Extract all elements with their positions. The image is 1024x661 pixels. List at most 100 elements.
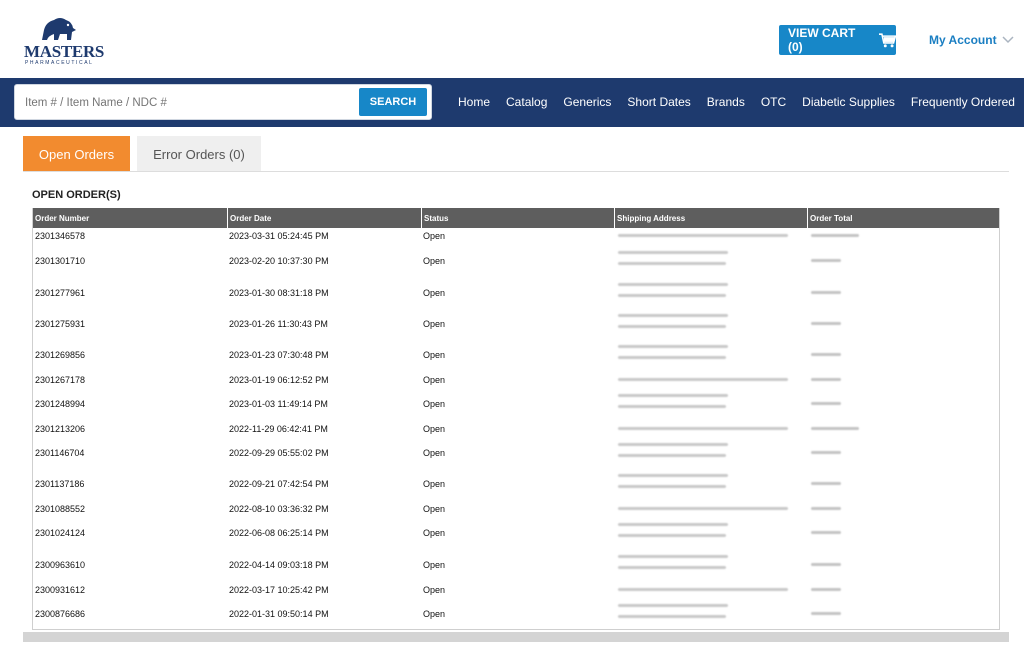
table-row[interactable]: 2301267178 2023-01-19 06:12:52 PM Open	[33, 375, 999, 397]
order-date-cell: 2022-06-08 06:25:14 PM	[229, 528, 329, 538]
shipping-address-redacted	[616, 440, 728, 465]
order-date-cell: 2023-01-03 11:49:14 PM	[229, 399, 328, 409]
table-row[interactable]: 2301024124 2022-06-08 06:25:14 PM Open	[33, 523, 999, 550]
nav-home[interactable]: Home	[458, 95, 490, 109]
nav-diabetic-supplies[interactable]: Diabetic Supplies	[802, 95, 895, 109]
status-cell: Open	[423, 448, 446, 458]
order-total-redacted	[809, 234, 859, 237]
my-account-label: My Account	[929, 33, 997, 47]
order-total-redacted	[809, 353, 841, 356]
shipping-address-redacted	[616, 520, 728, 545]
nav-frequently-ordered[interactable]: Frequently Ordered	[911, 95, 1015, 109]
shipping-address-redacted	[616, 280, 728, 305]
shipping-address-redacted	[616, 504, 788, 518]
shipping-address-redacted	[616, 311, 728, 336]
nav-short-dates[interactable]: Short Dates	[627, 95, 690, 109]
view-cart-button[interactable]: VIEW CART (0)	[779, 25, 896, 55]
order-total-redacted	[809, 378, 841, 381]
column-header-order-total[interactable]: Order Total	[807, 208, 999, 228]
horizontal-scrollbar[interactable]	[23, 632, 1009, 642]
table-row[interactable]: 2300931612 2022-03-17 10:25:42 PM Open	[33, 585, 999, 607]
search-button[interactable]: SEARCH	[359, 88, 427, 116]
status-cell: Open	[423, 288, 446, 298]
order-date-cell: 2022-11-29 06:42:41 PM	[229, 424, 328, 434]
shipping-address-redacted	[616, 391, 728, 416]
shipping-address-redacted	[616, 471, 728, 496]
order-number-cell: 2300963610	[35, 560, 86, 570]
order-date-cell: 2023-02-20 10:37:30 PM	[229, 256, 329, 266]
header: MASTERS PHARMACEUTICAL VIEW CART (0) My …	[0, 0, 1024, 78]
order-total-redacted	[809, 291, 841, 294]
order-date-cell: 2023-01-26 11:30:43 PM	[229, 319, 328, 329]
shipping-address-redacted	[616, 231, 788, 245]
table-header: Order Number Order Date Status Shipping …	[33, 208, 999, 228]
table-row[interactable]: 2301277961 2023-01-30 08:31:18 PM Open	[33, 283, 999, 310]
order-total-redacted	[809, 507, 841, 510]
order-date-cell: 2023-01-30 08:31:18 PM	[229, 288, 329, 298]
order-number-cell: 2300876686	[35, 609, 86, 619]
order-number-cell: 2301275931	[35, 319, 86, 329]
search-input[interactable]	[23, 92, 357, 114]
order-number-cell: 2301267178	[35, 375, 86, 385]
order-total-redacted	[809, 427, 859, 430]
status-cell: Open	[423, 609, 446, 619]
tab-error-orders[interactable]: Error Orders (0)	[137, 136, 261, 172]
status-cell: Open	[423, 479, 446, 489]
order-date-cell: 2023-01-19 06:12:52 PM	[229, 375, 329, 385]
lion-logo-icon	[42, 18, 76, 40]
brand-logo[interactable]: MASTERS PHARMACEUTICAL	[24, 16, 104, 66]
table-row[interactable]: 2301269856 2023-01-23 07:30:48 PM Open	[33, 345, 999, 372]
column-header-order-number[interactable]: Order Number	[33, 208, 227, 228]
shipping-address-redacted	[616, 601, 728, 626]
status-cell: Open	[423, 504, 446, 514]
status-cell: Open	[423, 375, 446, 385]
order-number-cell: 2301024124	[35, 528, 86, 538]
table-row[interactable]: 2301146704 2022-09-29 05:55:02 PM Open	[33, 443, 999, 470]
order-number-cell: 2301248994	[35, 399, 86, 409]
table-row[interactable]: 2301301710 2023-02-20 10:37:30 PM Open	[33, 251, 999, 278]
table-row[interactable]: 2300876686 2022-01-31 09:50:14 PM Open	[33, 604, 999, 629]
order-number-cell: 2301146704	[35, 448, 85, 458]
table-row[interactable]: 2301088552 2022-08-10 03:36:32 PM Open	[33, 504, 999, 526]
tab-open-orders[interactable]: Open Orders	[23, 136, 130, 172]
table-row[interactable]: 2301275931 2023-01-26 11:30:43 PM Open	[33, 314, 999, 341]
order-number-cell: 2301088552	[35, 504, 86, 514]
table-row[interactable]: 2300963610 2022-04-14 09:03:18 PM Open	[33, 555, 999, 582]
order-total-redacted	[809, 482, 841, 485]
order-number-cell: 2301346578	[35, 231, 86, 241]
column-header-status[interactable]: Status	[421, 208, 614, 228]
nav-catalog[interactable]: Catalog	[506, 95, 547, 109]
table-row[interactable]: 2301137186 2022-09-21 07:42:54 PM Open	[33, 474, 999, 501]
shipping-address-redacted	[616, 585, 788, 599]
nav-generics[interactable]: Generics	[563, 95, 611, 109]
order-total-redacted	[809, 563, 841, 566]
order-total-redacted	[809, 451, 841, 454]
order-date-cell: 2022-03-17 10:25:42 PM	[229, 585, 329, 595]
shipping-address-redacted	[616, 375, 788, 389]
order-number-cell: 2300931612	[35, 585, 86, 595]
search-bar: SEARCH	[14, 84, 432, 120]
nav-links: Home Catalog Generics Short Dates Brands…	[458, 95, 1015, 109]
status-cell: Open	[423, 560, 446, 570]
column-header-order-date[interactable]: Order Date	[227, 208, 421, 228]
order-total-redacted	[809, 588, 841, 591]
table-row[interactable]: 2301248994 2023-01-03 11:49:14 PM Open	[33, 394, 999, 421]
nav-brands[interactable]: Brands	[707, 95, 745, 109]
status-cell: Open	[423, 319, 446, 329]
order-tabs: Open Orders Error Orders (0)	[23, 136, 261, 172]
order-number-cell: 2301137186	[35, 479, 85, 489]
my-account-menu[interactable]: My Account	[929, 33, 1014, 47]
order-total-redacted	[809, 322, 841, 325]
table-row[interactable]: 2301346578 2023-03-31 05:24:45 PM Open	[33, 231, 999, 253]
order-total-redacted	[809, 402, 841, 405]
view-cart-label: VIEW CART (0)	[788, 26, 856, 54]
shipping-address-redacted	[616, 248, 728, 273]
section-title: OPEN ORDER(S)	[32, 189, 121, 201]
status-cell: Open	[423, 585, 446, 595]
table-row[interactable]: 2301213206 2022-11-29 06:42:41 PM Open	[33, 424, 999, 446]
cart-icon	[878, 32, 896, 47]
column-header-shipping-address[interactable]: Shipping Address	[614, 208, 807, 228]
shipping-address-redacted	[616, 424, 788, 438]
chevron-down-icon	[1002, 36, 1014, 44]
nav-otc[interactable]: OTC	[761, 95, 786, 109]
